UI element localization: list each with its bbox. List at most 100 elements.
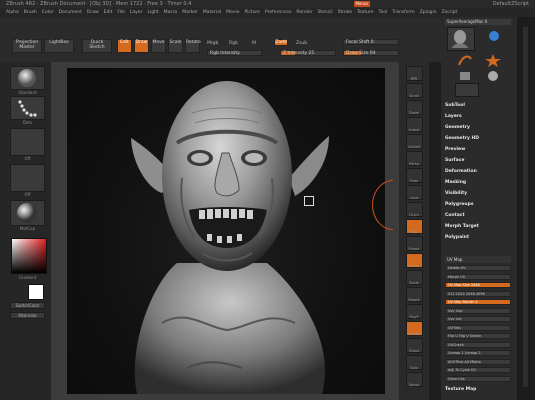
menu-item[interactable]: Picture bbox=[244, 10, 259, 15]
subpalette-surface[interactable]: Surface bbox=[445, 158, 464, 163]
menu-item[interactable]: Layer bbox=[130, 10, 143, 15]
uvmap-header[interactable]: UV Map bbox=[445, 256, 511, 263]
menu-item[interactable]: Texture bbox=[357, 10, 373, 15]
tray-scroll-strip[interactable] bbox=[429, 62, 441, 400]
alpha-label: Off bbox=[24, 156, 31, 161]
subpalette-subtool[interactable]: SubTool bbox=[445, 103, 465, 108]
subpalette-geometry-hd[interactable]: Geometry HD bbox=[445, 136, 479, 141]
quick-sketch-button[interactable]: Quick Sketch bbox=[82, 39, 112, 53]
subpalette-polypaint[interactable]: Polypaint bbox=[445, 235, 469, 240]
rgb-toggle[interactable]: Rgb bbox=[229, 41, 238, 46]
subpalette-polygroups[interactable]: Polygroups bbox=[445, 202, 474, 207]
material-selector[interactable] bbox=[10, 200, 45, 226]
document-canvas[interactable] bbox=[67, 68, 385, 394]
tool-name-header[interactable]: SuperAverageMan 6 bbox=[445, 19, 511, 25]
subpalette-morph-target[interactable]: Morph Target bbox=[445, 224, 479, 229]
brush-selector[interactable] bbox=[10, 66, 45, 90]
menu-item[interactable]: Material bbox=[203, 10, 221, 15]
projection-master-button[interactable]: Projection Master bbox=[12, 39, 42, 53]
menu-item[interactable]: Color bbox=[42, 10, 54, 15]
shelf-label: Floor bbox=[409, 179, 419, 183]
edit-button[interactable]: Edit bbox=[117, 39, 132, 53]
uvmap-row[interactable]: Uvc Uvp bbox=[445, 307, 511, 314]
draw-size-slider[interactable]: Draw Size 64 bbox=[343, 50, 399, 56]
tool-thumb-simplebrush[interactable] bbox=[455, 53, 475, 67]
menu-item[interactable]: Macro bbox=[164, 10, 178, 15]
scale-button[interactable]: Scale bbox=[168, 39, 183, 53]
switch-color-button[interactable]: SwitchColor bbox=[10, 302, 45, 309]
uvmap-row[interactable]: UV Map Border 4 bbox=[445, 299, 511, 305]
menu-item[interactable]: Document bbox=[59, 10, 82, 15]
uvmap-row[interactable]: Morph UV bbox=[445, 273, 511, 280]
shelf-label: Xyz bbox=[410, 230, 418, 234]
uvmap-row[interactable]: UV Map Size 2048 bbox=[445, 282, 511, 288]
uvmap-row[interactable]: Uvmap 1 Uvmap 2 bbox=[445, 350, 511, 356]
menu-item[interactable]: Marker bbox=[182, 10, 198, 15]
alpha-selector[interactable] bbox=[10, 128, 45, 156]
menu-item[interactable]: Draw bbox=[87, 10, 99, 15]
uvmap-row[interactable]: 512 1024 2048 4096 bbox=[445, 290, 511, 297]
uvmap-row[interactable]: Flip U Flip V Switch bbox=[445, 333, 511, 339]
focal-shift-slider[interactable]: Focal Shift 0 bbox=[343, 39, 399, 45]
zadd-button[interactable]: Zadd bbox=[274, 39, 288, 46]
tool-thumb-sphere[interactable] bbox=[483, 69, 503, 83]
rotate-button[interactable]: Rotate bbox=[185, 39, 201, 53]
subpalette-contact[interactable]: Contact bbox=[445, 213, 465, 218]
texture-selector[interactable] bbox=[10, 164, 45, 192]
menu-item[interactable]: Light bbox=[147, 10, 158, 15]
uvmap-row[interactable]: UVCheck bbox=[445, 341, 511, 348]
cylinder-thumbnail-icon bbox=[489, 31, 499, 41]
menu-item[interactable]: Zplugin bbox=[420, 10, 437, 15]
zsub-toggle[interactable]: Zsub bbox=[296, 41, 307, 46]
subpalette-preview[interactable]: Preview bbox=[445, 147, 465, 152]
alternate-button[interactable]: Alternate bbox=[10, 312, 45, 319]
menu-item[interactable]: Stroke bbox=[338, 10, 352, 15]
menu-item[interactable]: Stencil bbox=[317, 10, 332, 15]
subpalette-deformation[interactable]: Deformation bbox=[445, 169, 477, 174]
uvmap-row[interactable]: Clear Uvs bbox=[445, 375, 511, 382]
shelf-label: Move bbox=[409, 264, 419, 268]
tool-thumb-small[interactable] bbox=[455, 83, 479, 97]
menu-item[interactable]: Zscript bbox=[442, 10, 458, 15]
menu-item[interactable]: Render bbox=[296, 10, 312, 15]
lightbox-button[interactable]: LightBox bbox=[44, 39, 74, 53]
tool-thumb-polymesh[interactable] bbox=[483, 53, 503, 67]
subpalette-geometry[interactable]: Geometry bbox=[445, 125, 470, 130]
subpalette-layers[interactable]: Layers bbox=[445, 114, 462, 119]
stroke-label: Dots bbox=[22, 120, 33, 125]
menu-item[interactable]: Movie bbox=[226, 10, 239, 15]
menu-item[interactable]: Brush bbox=[24, 10, 37, 15]
move-button[interactable]: Move bbox=[151, 39, 166, 53]
stroke-selector[interactable] bbox=[10, 96, 45, 120]
texture-map-menu[interactable]: Texture Map bbox=[445, 387, 476, 392]
m-toggle[interactable]: M bbox=[252, 41, 256, 46]
palette-scrollbar[interactable] bbox=[523, 27, 528, 387]
rgb-intensity-slider[interactable]: Rgb Intensity bbox=[207, 50, 262, 56]
tool-thumb-eraser[interactable] bbox=[455, 69, 475, 83]
shelf-label: Local bbox=[409, 196, 419, 200]
menus-toggle-button[interactable]: Menus bbox=[354, 1, 370, 7]
color-picker[interactable] bbox=[11, 238, 47, 274]
draw-button[interactable]: Draw bbox=[134, 39, 149, 53]
uvmap-row[interactable]: Delete UV bbox=[445, 265, 511, 271]
subpalette-masking[interactable]: Masking bbox=[445, 180, 466, 185]
standard-brush-icon bbox=[18, 69, 36, 87]
mrgb-toggle[interactable]: Mrgb bbox=[207, 41, 218, 46]
uvmap-row[interactable]: UVTiles bbox=[445, 324, 511, 331]
tool-thumb-cylinder[interactable] bbox=[483, 27, 505, 49]
subpalette-visibility[interactable]: Visibility bbox=[445, 191, 467, 196]
uvmap-row[interactable]: AUVTiles AUVRatio bbox=[445, 358, 511, 365]
menu-item[interactable]: Preferences bbox=[265, 10, 291, 15]
secondary-color-swatch[interactable] bbox=[28, 284, 44, 300]
menu-item[interactable]: Alpha bbox=[6, 10, 19, 15]
menu-item[interactable]: File bbox=[117, 10, 125, 15]
menu-item[interactable]: Edit bbox=[104, 10, 113, 15]
menu-item[interactable]: Transform bbox=[392, 10, 414, 15]
tool-thumb-main[interactable] bbox=[447, 27, 475, 51]
brush-label: Standard bbox=[18, 90, 37, 95]
z-intensity-slider[interactable]: Z Intensity 25 bbox=[280, 50, 336, 56]
uvmap-row[interactable]: Adj. Ts Cycle UV bbox=[445, 367, 511, 373]
uvmap-row[interactable]: Uvs Uvt bbox=[445, 316, 511, 322]
default-zscript-button[interactable]: DefaultZScript bbox=[493, 1, 529, 7]
menu-item[interactable]: Tool bbox=[379, 10, 388, 15]
